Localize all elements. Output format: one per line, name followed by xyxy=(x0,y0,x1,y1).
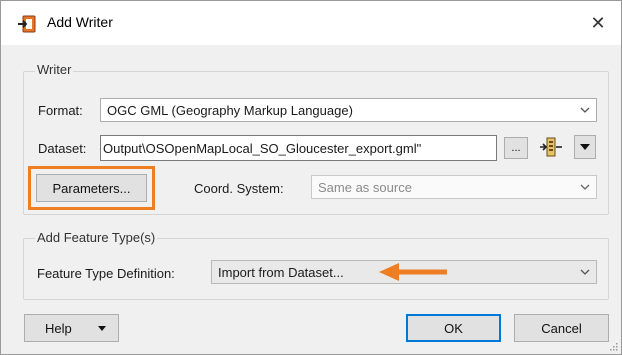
dropdown-arrow-icon xyxy=(580,144,590,150)
cancel-label: Cancel xyxy=(541,320,582,336)
writer-group-title: Writer xyxy=(35,62,74,77)
ok-button[interactable]: OK xyxy=(406,314,501,342)
writer-icon xyxy=(18,15,36,33)
resize-grip-icon[interactable] xyxy=(608,341,618,351)
browse-button[interactable]: ... xyxy=(504,137,528,159)
title-bar: Add Writer ✕ xyxy=(1,1,621,45)
coord-system-select[interactable]: Same as source xyxy=(311,175,597,199)
format-value: OGC GML (Geography Markup Language) xyxy=(107,102,353,118)
parameters-label: Parameters... xyxy=(52,180,131,196)
ok-label: OK xyxy=(444,320,463,336)
format-label: Format: xyxy=(38,103,83,118)
dataset-dropdown-button[interactable] xyxy=(574,135,596,159)
dataset-value: Output\OSOpenMapLocal_SO_Gloucester_expo… xyxy=(103,140,422,156)
dropdown-arrow-icon xyxy=(98,326,106,331)
format-select[interactable]: OGC GML (Geography Markup Language) xyxy=(100,98,597,122)
dataset-options-button[interactable] xyxy=(538,135,564,161)
help-label: Help xyxy=(45,320,72,336)
annotation-arrow-icon xyxy=(379,263,447,281)
dataset-label: Dataset: xyxy=(38,141,87,156)
chevron-down-icon xyxy=(574,176,596,198)
feature-type-definition-label: Feature Type Definition: xyxy=(37,266,175,281)
window-title: Add Writer xyxy=(47,14,113,30)
dataset-input[interactable]: Output\OSOpenMapLocal_SO_Gloucester_expo… xyxy=(100,135,497,161)
dataset-options-icon xyxy=(540,137,562,157)
coord-system-label: Coord. System: xyxy=(194,181,284,196)
feature-type-group-title: Add Feature Type(s) xyxy=(35,230,158,245)
add-writer-dialog: Add Writer ✕ Writer Format: OGC GML (Geo… xyxy=(0,0,622,355)
close-button[interactable]: ✕ xyxy=(575,1,621,45)
chevron-down-icon xyxy=(574,99,596,121)
chevron-down-icon xyxy=(574,261,596,283)
coord-system-value: Same as source xyxy=(318,179,412,195)
help-button[interactable]: Help xyxy=(24,314,119,342)
cancel-button[interactable]: Cancel xyxy=(514,314,609,342)
browse-label: ... xyxy=(511,142,521,154)
parameters-button[interactable]: Parameters... xyxy=(36,174,147,202)
close-icon: ✕ xyxy=(590,12,606,33)
